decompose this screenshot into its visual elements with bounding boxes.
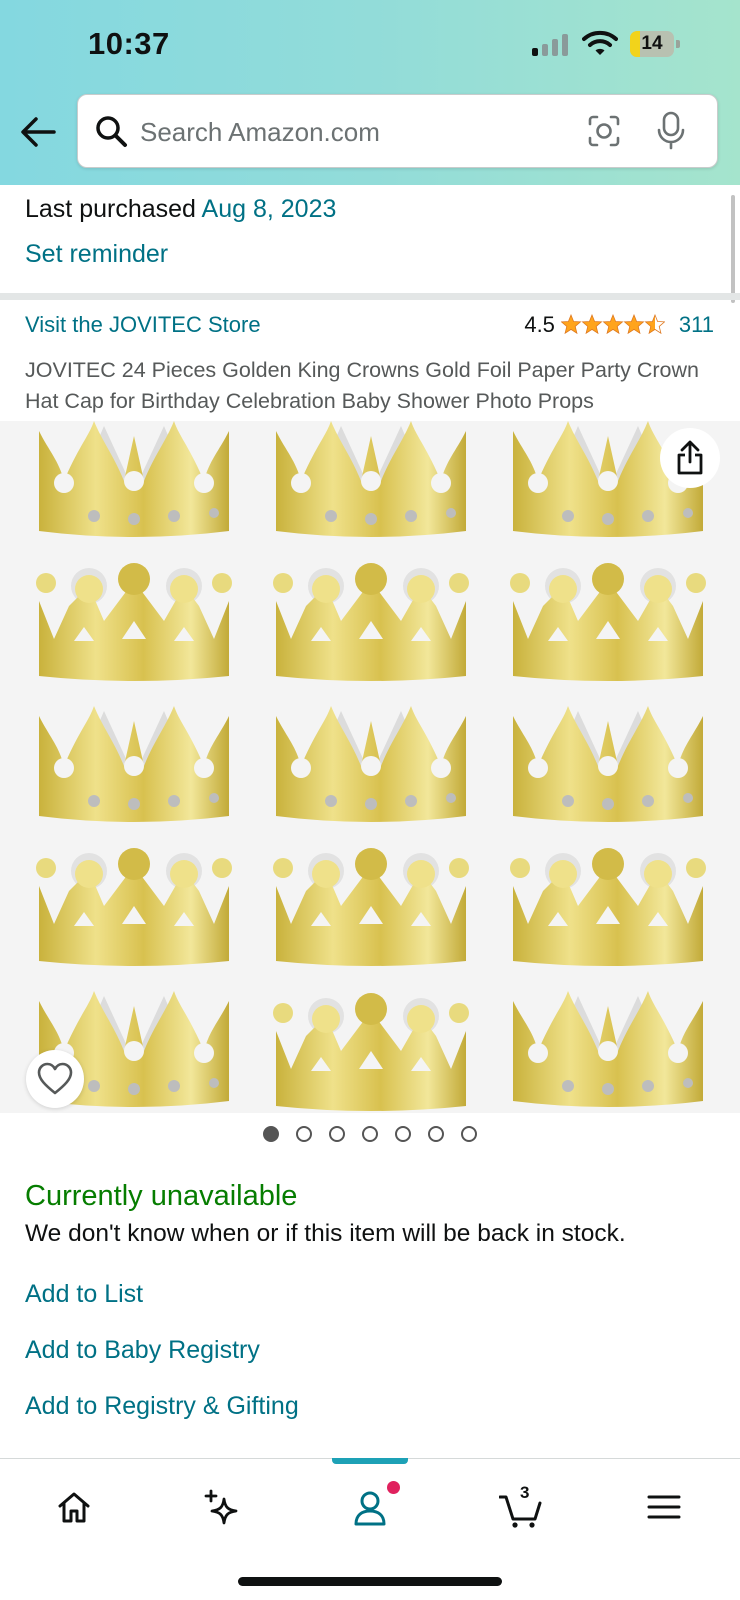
crown-image — [510, 563, 706, 681]
pagination-dot[interactable] — [362, 1126, 378, 1142]
search-input[interactable] — [140, 109, 560, 155]
crown-image — [36, 848, 232, 966]
crown-image — [276, 706, 466, 822]
scrollbar[interactable] — [731, 195, 735, 303]
menu-icon — [647, 1495, 681, 1519]
crown-image — [36, 563, 232, 681]
pagination-dot[interactable] — [263, 1126, 279, 1142]
last-purchased-date[interactable]: Aug 8, 2023 — [202, 195, 337, 223]
tab-menu[interactable] — [634, 1477, 694, 1537]
search-bar[interactable] — [77, 94, 718, 168]
app-header: 10:37 14 — [0, 0, 740, 185]
add-to-baby-registry-link[interactable]: Add to Baby Registry — [25, 1336, 260, 1365]
rating-count: 311 — [678, 312, 714, 337]
star-rating-icon — [560, 314, 665, 334]
purchase-history-box: Last purchased Aug 8, 2023 Set reminder — [0, 185, 740, 293]
last-purchased-text: Last purchased Aug 8, 2023 — [25, 195, 336, 224]
crown-image — [513, 706, 703, 822]
add-to-list-link[interactable]: Add to List — [25, 1280, 143, 1309]
pagination-dot[interactable] — [329, 1126, 345, 1142]
share-button[interactable] — [660, 428, 720, 488]
tab-account[interactable] — [340, 1477, 400, 1537]
availability-status: Currently unavailable — [25, 1180, 298, 1212]
wishlist-button[interactable] — [26, 1050, 84, 1108]
search-icon — [96, 116, 127, 147]
crown-image — [39, 421, 229, 537]
crown-image — [513, 991, 703, 1107]
cellular-signal-icon — [532, 34, 572, 56]
tab-cart[interactable]: 3 — [487, 1477, 547, 1537]
product-image-gallery[interactable] — [0, 421, 740, 1113]
store-link[interactable]: Visit the JOVITEC Store — [25, 312, 261, 338]
back-arrow-icon — [21, 117, 56, 147]
product-title: JOVITEC 24 Pieces Golden King Crowns Gol… — [25, 358, 699, 413]
notification-badge — [387, 1481, 400, 1494]
status-time: 10:37 — [88, 26, 170, 61]
tab-home[interactable] — [44, 1477, 104, 1537]
pagination-dot[interactable] — [296, 1126, 312, 1142]
share-icon — [677, 440, 703, 475]
active-tab-indicator — [332, 1458, 408, 1464]
cart-count: 3 — [520, 1483, 530, 1502]
home-icon — [58, 1492, 90, 1523]
crown-image — [276, 421, 466, 537]
pagination-dot[interactable] — [428, 1126, 444, 1142]
rating-summary[interactable]: 4.5 311 — [524, 311, 714, 339]
crown-image — [273, 563, 469, 681]
microphone-icon[interactable] — [656, 111, 686, 151]
sparkle-icon — [204, 1489, 238, 1525]
set-reminder-link[interactable]: Set reminder — [25, 240, 168, 269]
crown-image — [273, 848, 469, 966]
heart-icon — [37, 1062, 73, 1095]
camera-search-icon[interactable] — [586, 113, 622, 149]
add-to-registry-gifting-link[interactable]: Add to Registry & Gifting — [25, 1392, 299, 1421]
stock-message: We don't know when or if this item will … — [25, 1220, 626, 1247]
battery-level: 14 — [641, 33, 663, 54]
image-pagination-dots[interactable] — [263, 1126, 494, 1144]
crown-image — [39, 706, 229, 822]
rating-value: 4.5 — [524, 312, 555, 337]
tab-discover[interactable] — [190, 1477, 250, 1537]
pagination-dot[interactable] — [461, 1126, 477, 1142]
wifi-icon — [582, 30, 618, 61]
section-divider — [0, 293, 740, 300]
battery-icon: 14 — [630, 31, 680, 57]
crown-image — [273, 993, 469, 1111]
star-rating — [560, 314, 665, 336]
crown-image — [510, 848, 706, 966]
home-indicator[interactable] — [238, 1577, 502, 1586]
last-purchased-label: Last purchased — [25, 195, 196, 223]
back-button[interactable] — [18, 112, 58, 152]
pagination-dot[interactable] — [395, 1126, 411, 1142]
account-icon — [354, 1491, 386, 1526]
